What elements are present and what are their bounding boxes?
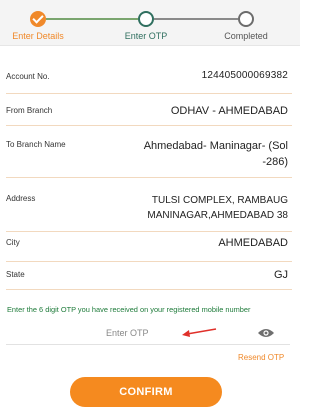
red-arrow-icon <box>180 325 218 344</box>
state-value: GJ <box>273 269 288 281</box>
from-branch-value: ODHAV - AHMEDABAD <box>170 105 288 117</box>
to-branch-value: Ahmedabad- Maninagar- (Sol -286) <box>143 140 288 168</box>
step-label: Enter OTP <box>124 31 168 41</box>
resend-otp-link[interactable]: Resend OTP <box>238 353 284 362</box>
state-label: State <box>6 270 25 279</box>
from-branch-row: From Branch ODHAV - AHMEDABAD <box>6 94 292 126</box>
from-branch-label: From Branch <box>6 106 53 115</box>
address-label: Address <box>6 194 36 203</box>
state-row: State GJ <box>6 262 292 290</box>
otp-input[interactable] <box>106 326 176 340</box>
eye-icon[interactable] <box>257 326 275 344</box>
address-value: TULSI COMPLEX, RAMBAUG MANINAGAR,AHMEDAB… <box>147 195 288 221</box>
city-label: City <box>6 238 20 247</box>
step-label: Enter Details <box>12 31 64 41</box>
account-number-value: 124405000069382 <box>201 70 288 81</box>
to-branch-row: To Branch Name Ahmedabad- Maninagar- (So… <box>6 126 292 178</box>
account-number-label: Account No. <box>6 72 50 81</box>
city-value: AHMEDABAD <box>218 237 288 249</box>
city-row: City AHMEDABAD <box>6 232 292 262</box>
otp-instruction: Enter the 6 digit OTP you have received … <box>7 305 251 314</box>
confirm-button[interactable]: CONFIRM <box>70 377 222 407</box>
to-branch-label: To Branch Name <box>6 140 66 149</box>
pending-step-circle-icon <box>238 11 254 27</box>
step-label: Completed <box>224 31 268 41</box>
stepper-connector-pending <box>154 18 238 20</box>
address-row: Address TULSI COMPLEX, RAMBAUG MANINAGAR… <box>6 178 292 232</box>
progress-stepper: Enter Details Enter OTP Completed <box>0 0 300 46</box>
stepper-connector-done <box>46 18 138 20</box>
current-step-circle-icon <box>138 11 154 27</box>
checkmark-icon <box>30 11 46 27</box>
account-number-row: Account No. 124405000069382 <box>6 56 292 94</box>
otp-field <box>6 321 290 345</box>
